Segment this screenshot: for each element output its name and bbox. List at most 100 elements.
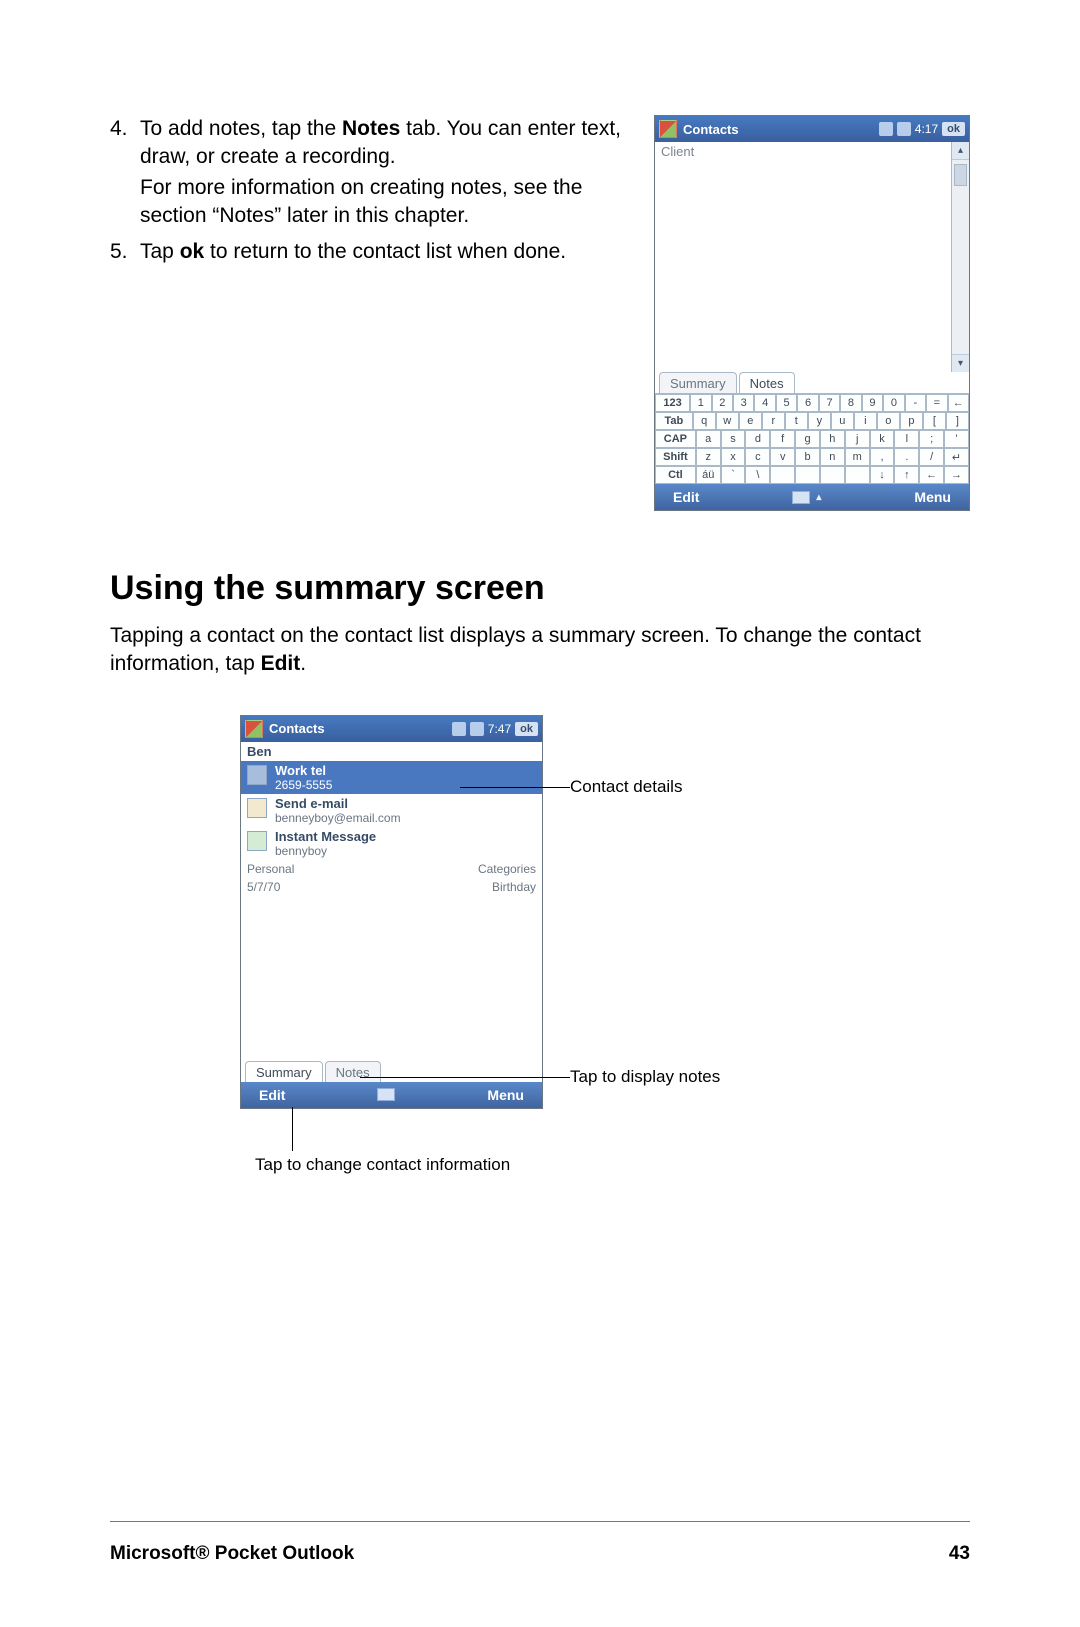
tab-notes[interactable]: Notes bbox=[325, 1061, 381, 1082]
scroll-down-icon[interactable]: ▾ bbox=[952, 354, 969, 372]
keyboard-key[interactable]: 4 bbox=[754, 394, 775, 412]
keyboard-key[interactable] bbox=[845, 466, 870, 484]
keyboard-key[interactable]: ↑ bbox=[894, 466, 919, 484]
keyboard-key[interactable]: - bbox=[905, 394, 926, 412]
keyboard-key[interactable]: o bbox=[877, 412, 900, 430]
keyboard-key[interactable]: 2 bbox=[712, 394, 733, 412]
keyboard-key[interactable]: 1 bbox=[690, 394, 711, 412]
callout-change-info: Tap to change contact information bbox=[255, 1155, 510, 1175]
contact-detail-email[interactable]: Send e-mailbenneyboy@email.com bbox=[241, 794, 542, 827]
keyboard-key[interactable]: b bbox=[795, 448, 820, 466]
keyboard-key[interactable]: c bbox=[745, 448, 770, 466]
volume-icon[interactable] bbox=[470, 722, 484, 736]
keyboard-key[interactable]: ← bbox=[919, 466, 944, 484]
keyboard-key[interactable]: [ bbox=[923, 412, 946, 430]
step-number: 4. bbox=[110, 115, 140, 232]
connectivity-icon[interactable] bbox=[879, 122, 893, 136]
contact-detail-im[interactable]: Instant Messagebennyboy bbox=[241, 827, 542, 860]
keyboard-key[interactable]: k bbox=[870, 430, 895, 448]
scroll-thumb[interactable] bbox=[954, 164, 967, 186]
ok-button[interactable]: ok bbox=[515, 722, 538, 736]
keyboard-key[interactable]: . bbox=[894, 448, 919, 466]
keyboard-key[interactable]: \ bbox=[745, 466, 770, 484]
titlebar: Contacts 7:47 ok bbox=[241, 716, 542, 742]
keyboard-key[interactable]: z bbox=[696, 448, 721, 466]
keyboard-key[interactable]: 3 bbox=[733, 394, 754, 412]
scroll-up-icon[interactable]: ▴ bbox=[952, 142, 969, 160]
input-method-caret-icon[interactable]: ▴ bbox=[816, 492, 821, 503]
keyboard-key[interactable]: f bbox=[770, 430, 795, 448]
keyboard-key[interactable]: e bbox=[739, 412, 762, 430]
keyboard-key[interactable]: s bbox=[721, 430, 746, 448]
field-label: Client bbox=[655, 142, 951, 161]
contact-detail-work-tel[interactable]: Work tel2659-5555 bbox=[241, 761, 542, 794]
keyboard-key[interactable]: áü bbox=[696, 466, 721, 484]
keyboard-key[interactable]: p bbox=[900, 412, 923, 430]
keyboard-key[interactable] bbox=[770, 466, 795, 484]
keyboard-key[interactable]: r bbox=[762, 412, 785, 430]
keyboard-key[interactable]: → bbox=[944, 466, 969, 484]
keyboard-key[interactable]: ↵ bbox=[944, 448, 969, 466]
contact-meta-birthday: 5/7/70Birthday bbox=[241, 878, 542, 896]
ok-button[interactable]: ok bbox=[942, 122, 965, 136]
keyboard-key[interactable]: ` bbox=[721, 466, 746, 484]
keyboard-key[interactable]: 0 bbox=[883, 394, 904, 412]
edit-softkey[interactable]: Edit bbox=[259, 1087, 285, 1103]
keyboard-key[interactable] bbox=[820, 466, 845, 484]
volume-icon[interactable] bbox=[897, 122, 911, 136]
keyboard-key[interactable]: 8 bbox=[840, 394, 861, 412]
tab-summary[interactable]: Summary bbox=[659, 372, 737, 393]
keyboard-key[interactable]: g bbox=[795, 430, 820, 448]
keyboard-key[interactable]: d bbox=[745, 430, 770, 448]
keyboard-icon[interactable] bbox=[792, 491, 810, 504]
section-heading: Using the summary screen bbox=[110, 569, 970, 608]
keyboard-key[interactable]: = bbox=[926, 394, 947, 412]
keyboard-key[interactable]: ] bbox=[946, 412, 969, 430]
keyboard-key[interactable]: w bbox=[716, 412, 739, 430]
keyboard-key[interactable]: j bbox=[845, 430, 870, 448]
keyboard-key[interactable]: / bbox=[919, 448, 944, 466]
keyboard-key[interactable]: a bbox=[696, 430, 721, 448]
connectivity-icon[interactable] bbox=[452, 722, 466, 736]
keyboard-key[interactable]: i bbox=[854, 412, 877, 430]
scrollbar[interactable]: ▴ ▾ bbox=[951, 142, 969, 372]
on-screen-keyboard[interactable]: 1231234567890-=← Tabqwertyuiop[] CAPasdf… bbox=[655, 393, 969, 484]
clock: 7:47 bbox=[488, 722, 511, 736]
keyboard-key[interactable]: Shift bbox=[655, 448, 696, 466]
keyboard-key[interactable]: u bbox=[831, 412, 854, 430]
keyboard-key[interactable]: h bbox=[820, 430, 845, 448]
keyboard-key[interactable]: n bbox=[820, 448, 845, 466]
edit-softkey[interactable]: Edit bbox=[673, 489, 699, 505]
keyboard-icon[interactable] bbox=[377, 1088, 395, 1101]
keyboard-key[interactable]: t bbox=[785, 412, 808, 430]
start-icon[interactable] bbox=[659, 120, 677, 138]
start-icon[interactable] bbox=[245, 720, 263, 738]
keyboard-key[interactable]: 9 bbox=[862, 394, 883, 412]
keyboard-key[interactable]: ↓ bbox=[870, 466, 895, 484]
tab-notes[interactable]: Notes bbox=[739, 372, 795, 393]
keyboard-key[interactable]: 7 bbox=[819, 394, 840, 412]
keyboard-key[interactable]: q bbox=[693, 412, 716, 430]
footer-chapter: Microsoft® Pocket Outlook bbox=[110, 1543, 354, 1565]
keyboard-key[interactable]: Tab bbox=[655, 412, 693, 430]
keyboard-key[interactable]: 6 bbox=[797, 394, 818, 412]
menu-softkey[interactable]: Menu bbox=[914, 489, 951, 505]
keyboard-key[interactable]: x bbox=[721, 448, 746, 466]
keyboard-key[interactable]: m bbox=[845, 448, 870, 466]
keyboard-key[interactable]: ; bbox=[919, 430, 944, 448]
section-paragraph: Tapping a contact on the contact list di… bbox=[110, 622, 970, 679]
menu-softkey[interactable]: Menu bbox=[487, 1087, 524, 1103]
keyboard-key[interactable]: l bbox=[894, 430, 919, 448]
keyboard-key[interactable]: ' bbox=[944, 430, 969, 448]
keyboard-key[interactable]: CAP bbox=[655, 430, 696, 448]
keyboard-key[interactable]: v bbox=[770, 448, 795, 466]
keyboard-key[interactable]: Ctl bbox=[655, 466, 696, 484]
screenshot-notes-tab: Contacts 4:17 ok Client ▴ ▾ bbox=[654, 115, 970, 511]
keyboard-key[interactable]: 5 bbox=[776, 394, 797, 412]
keyboard-key[interactable]: ← bbox=[948, 394, 969, 412]
keyboard-key[interactable]: 123 bbox=[655, 394, 690, 412]
tab-summary[interactable]: Summary bbox=[245, 1061, 323, 1082]
keyboard-key[interactable]: y bbox=[808, 412, 831, 430]
keyboard-key[interactable] bbox=[795, 466, 820, 484]
keyboard-key[interactable]: , bbox=[870, 448, 895, 466]
